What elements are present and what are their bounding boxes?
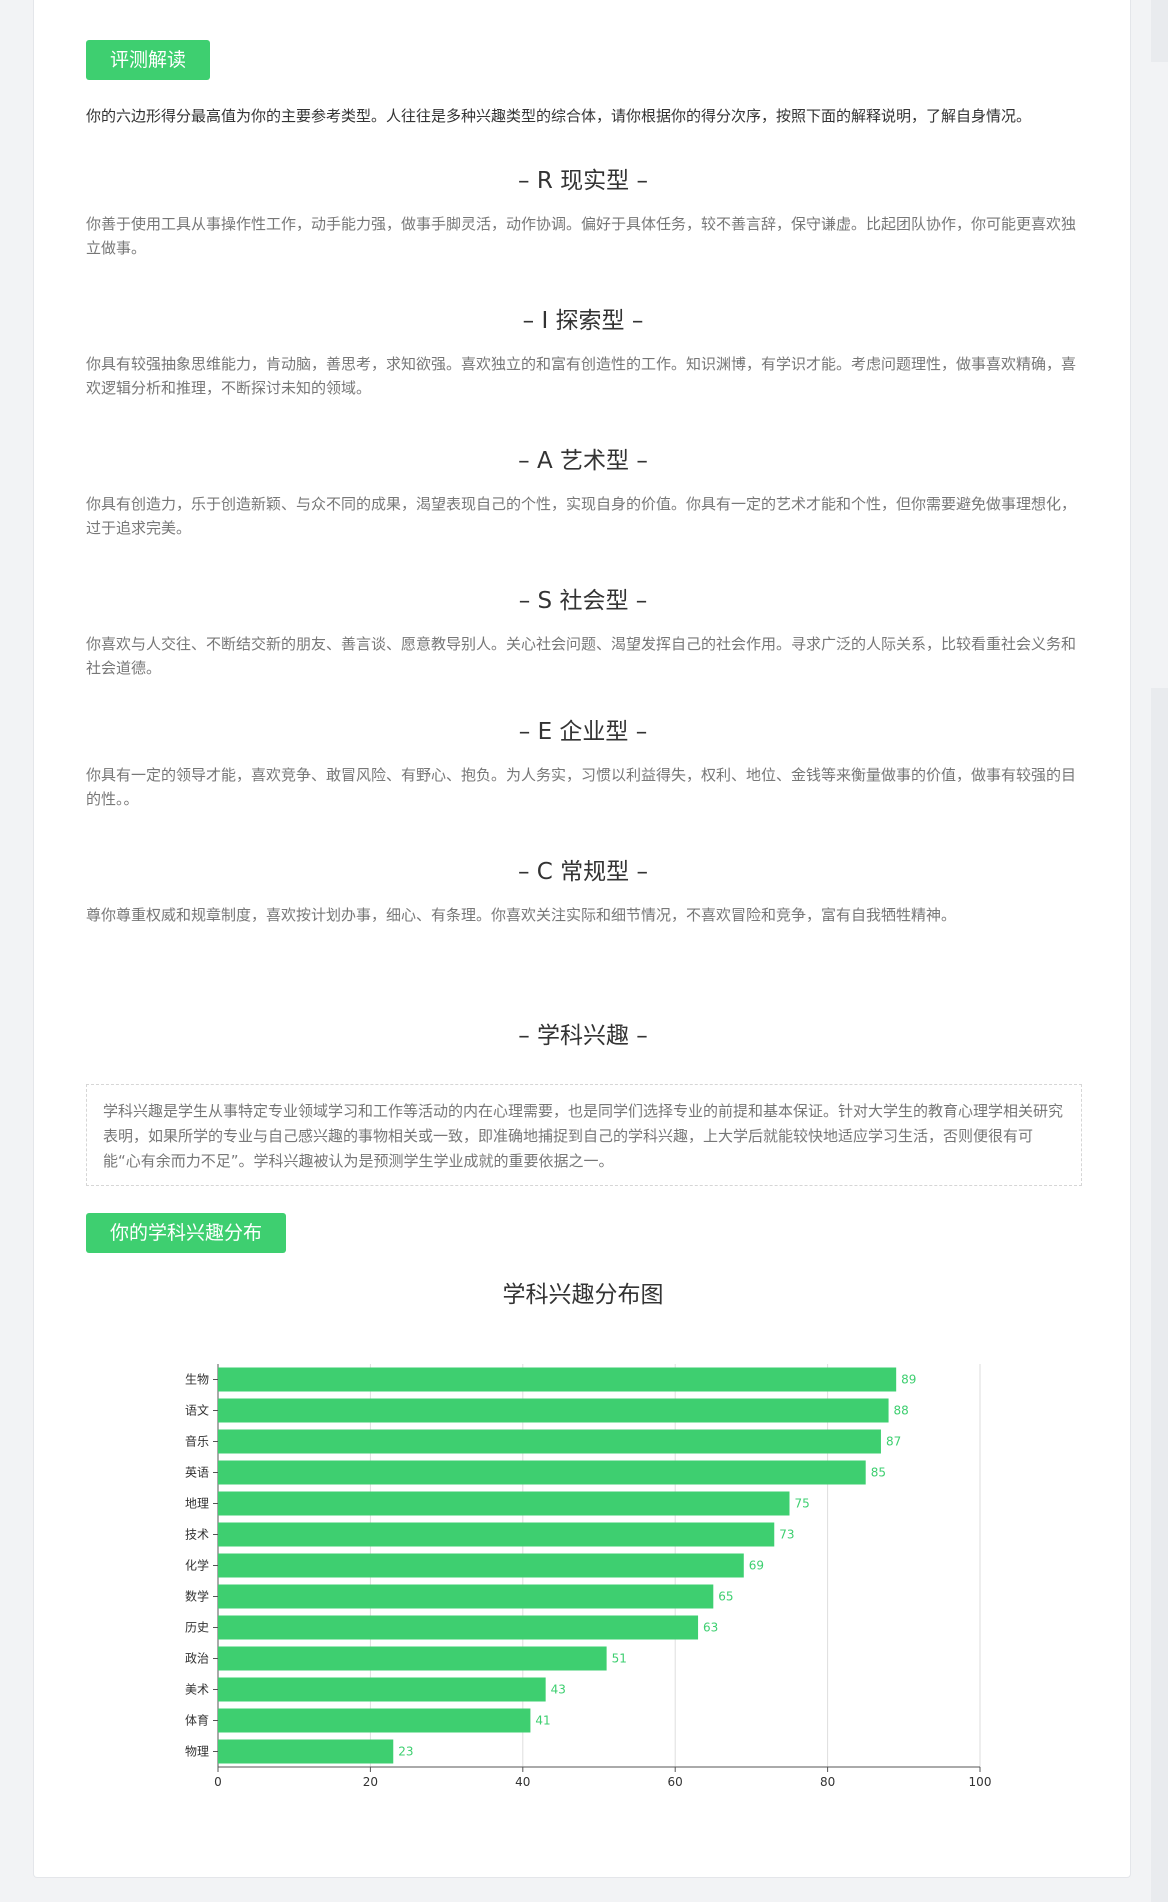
subject-interest-title: – 学科兴趣 – [518, 1023, 648, 1049]
type-desc-a: 你具有创造力，乐于创造新颖、与众不同的成果，渴望表现自己的个性，实现自身的价值。… [86, 495, 1077, 537]
type-desc-r: 你善于使用工具从事操作性工作，动手能力强，做事手脚灵活，动作协调。偏好于具体任务… [86, 215, 1077, 257]
intro-text: 你的六边形得分最高值为你的主要参考类型。人往往是多种兴趣类型的综合体，请你根据你… [86, 107, 1032, 125]
type-desc-s: 你喜欢与人交往、不断结交新的朋友、善言谈、愿意教导别人。关心社会问题、渴望发挥自… [86, 635, 1077, 677]
value-label: 63 [703, 1621, 718, 1635]
category-label: 物理 [185, 1745, 209, 1759]
section-badge-subject-distribution: 你的学科兴趣分布 [86, 1213, 287, 1253]
bar [218, 1429, 881, 1454]
chart-title: 学科兴趣分布图 [502, 1282, 664, 1308]
category-label: 语文 [185, 1403, 209, 1418]
category-label: 生物 [185, 1373, 209, 1387]
type-title-a: – A 艺术型 – [518, 448, 648, 474]
value-label: 51 [612, 1652, 627, 1666]
report-card: 评测解读 你的六边形得分最高值为你的主要参考类型。人往往是多种兴趣类型的综合体，… [33, 0, 1131, 1878]
bar [218, 1491, 790, 1516]
type-title-r: – R 现实型 – [518, 168, 648, 194]
bar [218, 1677, 546, 1702]
type-desc-c: 尊你尊重权威和规章制度，喜欢按计划办事，细心、有条理。你喜欢关注实际和细节情况，… [86, 906, 957, 924]
section-badge-interpretation: 评测解读 [86, 40, 211, 80]
value-label: 75 [795, 1497, 810, 1511]
x-tick-label: 0 [214, 1775, 222, 1789]
category-label: 体育 [185, 1713, 209, 1728]
value-label: 85 [871, 1466, 886, 1480]
value-label: 41 [535, 1714, 550, 1728]
bar [218, 1367, 897, 1392]
value-label: 87 [886, 1435, 901, 1449]
value-label: 65 [718, 1590, 733, 1604]
category-label: 英语 [185, 1466, 209, 1480]
x-tick-label: 40 [515, 1775, 530, 1789]
bar [218, 1460, 866, 1485]
bar [218, 1739, 394, 1764]
bar [218, 1708, 531, 1733]
bar [218, 1646, 607, 1671]
value-label: 69 [749, 1559, 764, 1573]
type-desc-e: 你具有一定的领导才能，喜欢竞争、敢冒风险、有野心、抱负。为人务实，习惯以利益得失… [86, 766, 1077, 808]
x-tick-label: 80 [820, 1775, 835, 1789]
subject-bar-chart: 0 20 40 60 80 100 生物 89 语文 88 音乐 87 英语 85 地理 75 技术 73 化学 69… [185, 1364, 992, 1789]
value-label: 89 [901, 1373, 916, 1387]
subject-interest-notice: 学科兴趣是学生从事特定专业领域学习和工作等活动的内在心理需要，也是同学们选择专业… [86, 1084, 1082, 1186]
bar [218, 1615, 699, 1640]
category-label: 地理 [185, 1497, 209, 1511]
x-tick-label: 20 [363, 1775, 378, 1789]
type-title-e: – E 企业型 – [518, 719, 648, 745]
category-label: 政治 [185, 1652, 209, 1666]
category-label: 数学 [185, 1589, 209, 1604]
type-desc-i: 你具有较强抽象思维能力，肯动脑，善思考，求知欲强。喜欢独立的和富有创造性的工作。… [86, 355, 1077, 397]
bar [218, 1522, 775, 1547]
value-label: 23 [398, 1745, 413, 1759]
x-tick-label: 100 [969, 1775, 992, 1789]
type-title-s: – S 社会型 – [518, 588, 648, 614]
value-label: 73 [779, 1528, 794, 1542]
category-label: 历史 [185, 1621, 209, 1635]
right-rail-bottom [1151, 688, 1168, 1902]
type-title-i: – I 探索型 – [522, 308, 644, 334]
category-label: 技术 [185, 1528, 209, 1542]
bar [218, 1584, 714, 1609]
category-label: 音乐 [185, 1434, 209, 1449]
bar [218, 1553, 744, 1578]
bar [218, 1398, 889, 1423]
value-label: 43 [551, 1683, 566, 1697]
x-tick-label: 60 [668, 1775, 683, 1789]
value-label: 88 [894, 1404, 909, 1418]
category-label: 化学 [185, 1558, 209, 1573]
category-label: 美术 [185, 1683, 209, 1697]
right-rail-top [1151, 0, 1168, 62]
type-title-c: – C 常规型 – [518, 859, 648, 885]
